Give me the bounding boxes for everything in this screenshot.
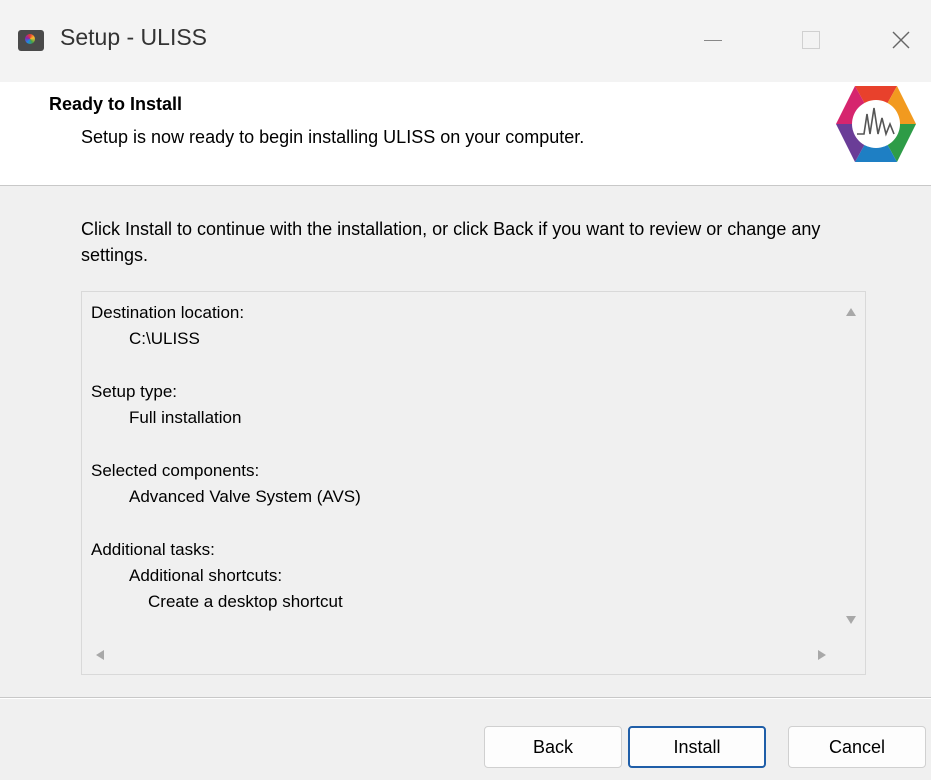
horizontal-scrollbar[interactable] [82, 646, 839, 674]
memo-line: Selected components: [91, 461, 260, 480]
maximize-icon [802, 31, 820, 49]
memo-line: C:\ULISS [129, 329, 200, 348]
scroll-up-icon[interactable] [846, 308, 856, 316]
minimize-button[interactable] [690, 18, 736, 62]
scroll-left-icon[interactable] [96, 650, 104, 660]
setup-window: Setup - ULISS Ready to Install Setup is … [0, 0, 931, 780]
ready-memo-content: Destination location: C:\ULISS Setup typ… [91, 300, 361, 615]
title-bar: Setup - ULISS [0, 0, 931, 82]
close-button[interactable] [878, 18, 924, 62]
memo-line: Create a desktop shortcut [148, 592, 343, 611]
memo-line: Additional tasks: [91, 540, 215, 559]
header-panel: Ready to Install Setup is now ready to b… [0, 82, 931, 185]
window-title: Setup - ULISS [60, 24, 208, 50]
back-button[interactable]: Back [484, 726, 622, 768]
memo-line: Destination location: [91, 303, 245, 322]
ready-memo: Destination location: C:\ULISS Setup typ… [81, 291, 866, 675]
app-icon [18, 30, 44, 51]
scroll-right-icon[interactable] [818, 650, 826, 660]
minimize-icon [704, 39, 722, 41]
header-divider [0, 185, 931, 186]
close-icon [892, 31, 910, 49]
memo-line: Setup type: [91, 382, 178, 401]
memo-line: Full installation [129, 408, 242, 427]
vertical-scrollbar[interactable] [837, 292, 865, 632]
install-button[interactable]: Install [628, 726, 766, 768]
memo-line: Additional shortcuts: [129, 566, 283, 585]
page-subtitle: Setup is now ready to begin installing U… [81, 127, 585, 147]
page-title: Ready to Install [49, 94, 183, 114]
cancel-button[interactable]: Cancel [788, 726, 926, 768]
maximize-button[interactable] [788, 18, 834, 62]
memo-line: Advanced Valve System (AVS) [129, 487, 361, 506]
scroll-down-icon[interactable] [846, 616, 856, 624]
instruction-text: Click Install to continue with the insta… [81, 219, 821, 265]
uliss-logo-icon [836, 86, 916, 162]
